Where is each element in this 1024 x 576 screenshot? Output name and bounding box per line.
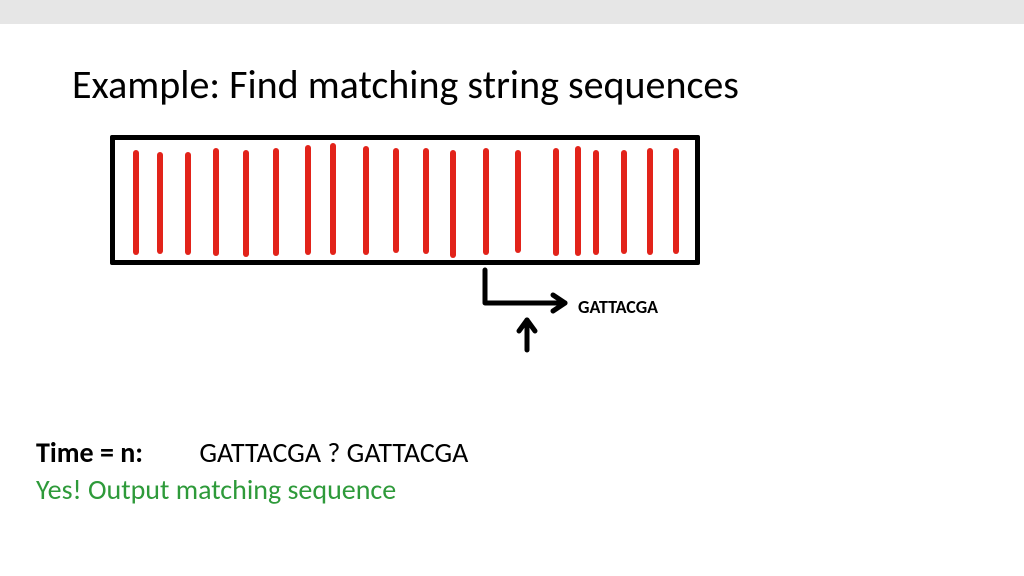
array-bar (593, 150, 599, 255)
array-bar (515, 150, 521, 253)
page-title: Example: Find matching string sequences (72, 60, 739, 109)
array-bar (423, 148, 429, 254)
array-bar (273, 148, 279, 256)
top-bar (0, 0, 1024, 24)
time-line: Time = n: GATTACGA ? GATTACGA (36, 435, 468, 470)
array-bar (185, 152, 191, 255)
array-bar (133, 150, 139, 255)
callout-arrows (465, 265, 585, 355)
array-bar (483, 148, 489, 255)
array-bar (157, 152, 163, 254)
array-bar (363, 146, 369, 255)
callout-label: GATTACGA (578, 296, 658, 318)
array-box (110, 135, 700, 265)
array-bar (213, 148, 219, 256)
array-bar (330, 143, 336, 255)
array-bar (575, 146, 581, 256)
bars-container (115, 140, 695, 260)
array-bar (553, 148, 559, 256)
time-prefix: Time = n: (36, 435, 143, 470)
result-line: Yes! Output matching sequence (36, 472, 396, 507)
array-bar (305, 145, 311, 255)
array-bar (393, 148, 399, 253)
array-bar (450, 150, 456, 258)
array-bar (243, 150, 249, 257)
array-bar (647, 148, 653, 255)
array-bar (621, 150, 627, 254)
time-compare: GATTACGA ? GATTACGA (199, 435, 468, 470)
array-bar (673, 148, 679, 254)
